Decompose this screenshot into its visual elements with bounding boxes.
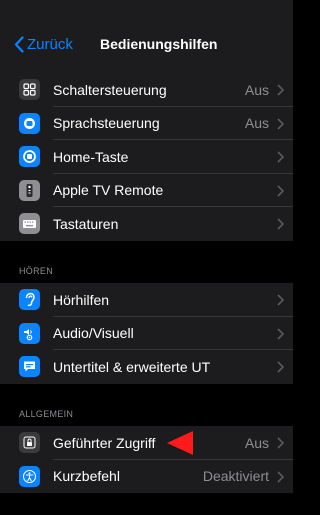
hearing-aid-icon — [19, 289, 40, 310]
settings-row-sprachsteuerung[interactable]: Sprachsteuerung Aus — [0, 107, 293, 140]
settings-row-kurzbefehl[interactable]: Kurzbefehl Deaktiviert — [0, 460, 293, 494]
chevron-right-icon — [277, 218, 284, 230]
subtitles-icon — [19, 356, 40, 377]
row-value: Aus — [244, 434, 269, 451]
row-label: Schaltersteuerung — [53, 81, 167, 98]
chevron-right-icon — [277, 470, 284, 483]
audio-visual-icon — [19, 322, 40, 344]
chevron-right-icon — [277, 184, 284, 197]
row-value: Aus — [244, 115, 269, 132]
row-value: Deaktiviert — [202, 468, 269, 485]
tv-remote-icon — [19, 179, 40, 201]
row-label: Untertitel & erweiterte UT — [53, 358, 211, 375]
settings-group-interaction: Schaltersteuerung Aus Sprachsteuerung Au… — [0, 73, 293, 241]
page-title: Bedienungshilfen — [100, 36, 218, 52]
settings-group-hoeren: Hörhilfen Audio/Visuell Untertitel & erw… — [0, 283, 293, 384]
accessibility-shortcut-icon — [19, 465, 40, 487]
settings-row-gefuehrter-zugriff[interactable]: Geführter Zugriff Aus — [0, 426, 293, 460]
chevron-right-icon — [277, 327, 284, 340]
settings-row-audio-visuell[interactable]: Audio/Visuell — [0, 317, 293, 350]
back-label: Zurück — [27, 36, 73, 53]
red-arrow-icon — [167, 431, 193, 455]
chevron-right-icon — [277, 361, 284, 373]
chevron-right-icon — [277, 437, 284, 449]
chevron-right-icon — [277, 117, 284, 130]
row-label: Sprachsteuerung — [53, 115, 160, 132]
section-header-hoeren: HÖREN — [19, 266, 54, 276]
row-label: Home-Taste — [53, 148, 129, 165]
settings-group-allgemein: Geführter Zugriff Aus Kurzbefehl Deaktiv… — [0, 426, 293, 493]
settings-row-apple-tv-remote[interactable]: Apple TV Remote — [0, 174, 293, 207]
switch-control-icon — [19, 79, 40, 100]
settings-row-tastaturen[interactable]: Tastaturen — [0, 207, 293, 241]
chevron-right-icon — [277, 84, 284, 96]
home-button-icon — [19, 146, 40, 167]
settings-row-hoerhilfen[interactable]: Hörhilfen — [0, 283, 293, 317]
back-button[interactable]: Zurück — [14, 36, 73, 53]
row-label: Audio/Visuell — [53, 325, 134, 342]
settings-row-schaltersteuerung[interactable]: Schaltersteuerung Aus — [0, 73, 293, 107]
row-label: Tastaturen — [53, 215, 119, 232]
settings-row-home-taste[interactable]: Home-Taste — [0, 140, 293, 174]
row-label: Apple TV Remote — [53, 182, 164, 199]
keyboard-icon — [19, 213, 40, 234]
guided-access-icon — [19, 432, 40, 453]
chevron-right-icon — [277, 151, 284, 163]
section-header-allgemein: ALLGEMEIN — [19, 409, 74, 419]
chevron-left-icon — [14, 36, 24, 53]
row-label: Hörhilfen — [53, 291, 110, 308]
row-label: Geführter Zugriff — [53, 434, 156, 451]
voice-control-icon — [19, 112, 40, 134]
row-label: Kurzbefehl — [53, 468, 120, 485]
chevron-right-icon — [277, 294, 284, 306]
row-value: Aus — [244, 81, 269, 98]
settings-row-untertitel[interactable]: Untertitel & erweiterte UT — [0, 350, 293, 384]
